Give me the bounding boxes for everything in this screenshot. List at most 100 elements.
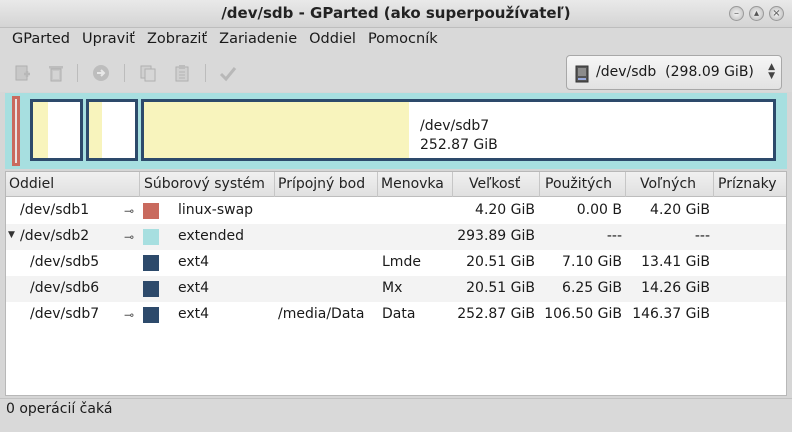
table-row[interactable]: /dev/sdb1 ⊸ linux-swap 4.20 GiB 0.00 B 4.20 G…	[6, 198, 786, 224]
toolbar-separator	[124, 64, 125, 82]
disk-map-sdb7-size: 252.87 GiB	[420, 137, 498, 153]
minimize-button[interactable]: –	[729, 6, 744, 21]
header-flags[interactable]: Príznaky	[718, 176, 777, 192]
table-row[interactable]: /dev/sdb5 ext4 Lmde 20.51 GiB 7.10 GiB 13.41 …	[6, 250, 786, 276]
disk-map-sdb5[interactable]	[30, 99, 83, 161]
column-separator	[377, 172, 378, 197]
cell-free: ---	[694, 228, 710, 244]
menu-edit[interactable]: Upraviť	[76, 28, 141, 54]
cell-partition: /dev/sdb7	[30, 306, 100, 322]
device-selector-label: /dev/sdb (298.09 GiB)	[596, 64, 754, 80]
menu-gparted[interactable]: GParted	[6, 28, 76, 54]
column-separator	[713, 172, 714, 197]
disk-map-sdb7[interactable]: /dev/sdb7 252.87 GiB	[141, 99, 776, 161]
pending-operations-status: 0 operácií čaká	[6, 401, 113, 417]
apply-button[interactable]	[216, 62, 240, 84]
toolbar-separator	[205, 64, 206, 82]
expander-arrow-icon[interactable]: ▼	[8, 230, 15, 240]
cell-filesystem: ext4	[178, 306, 210, 322]
cell-free: 14.26 GiB	[641, 280, 710, 296]
cell-filesystem: ext4	[178, 280, 210, 296]
copy-icon	[140, 65, 156, 82]
key-icon: ⊸	[124, 204, 135, 218]
cell-size: 4.20 GiB	[475, 202, 535, 218]
disk-map-sdb1[interactable]	[12, 96, 20, 166]
new-partition-button[interactable]	[10, 62, 34, 84]
key-icon: ⊸	[124, 308, 135, 322]
device-selector[interactable]: /dev/sdb (298.09 GiB) ▲ ▼	[566, 55, 782, 90]
table-row[interactable]: ▼ /dev/sdb2 ⊸ extended 293.89 GiB --- ---	[6, 224, 786, 250]
resize-move-icon	[93, 65, 109, 81]
column-separator	[274, 172, 275, 197]
cell-used: 7.10 GiB	[562, 254, 622, 270]
cell-partition: /dev/sdb2	[20, 228, 90, 244]
table-header: Oddiel Súborový systém Prípojný bod Meno…	[6, 172, 786, 197]
column-separator	[539, 172, 540, 197]
updown-arrows-icon: ▲ ▼	[768, 62, 775, 81]
menu-view[interactable]: Zobraziť	[141, 28, 213, 54]
filesystem-color-swatch	[143, 255, 159, 271]
paste-icon	[175, 65, 189, 82]
cell-label: Mx	[382, 280, 403, 296]
column-separator	[139, 172, 140, 197]
filesystem-color-swatch	[143, 229, 159, 245]
filesystem-color-swatch	[143, 307, 159, 323]
column-separator	[625, 172, 626, 197]
cell-used: ---	[606, 228, 622, 244]
cell-label: Data	[382, 306, 416, 322]
copy-button[interactable]	[136, 62, 160, 84]
disk-map: /dev/sdb7 252.87 GiB	[5, 93, 787, 169]
cell-filesystem: linux-swap	[178, 202, 254, 218]
disk-map-sdb6[interactable]	[86, 99, 138, 161]
maximize-button[interactable]: ▴	[749, 6, 764, 21]
cell-label: Lmde	[382, 254, 421, 270]
cell-used: 0.00 B	[576, 202, 622, 218]
header-filesystem[interactable]: Súborový systém	[144, 176, 265, 192]
table-row[interactable]: /dev/sdb7 ⊸ ext4/media/Data Data 252.87 GiB 1…	[6, 302, 786, 328]
delete-partition-button[interactable]	[44, 62, 68, 84]
cell-filesystem: extended	[178, 228, 245, 244]
cell-partition: /dev/sdb5	[30, 254, 100, 270]
cell-size: 20.51 GiB	[466, 280, 535, 296]
hard-disk-icon	[575, 65, 589, 83]
header-size[interactable]: Veľkosť	[469, 176, 520, 192]
table-row[interactable]: /dev/sdb6 ext4 Mx 20.51 GiB 6.25 GiB 14.26 Gi…	[6, 276, 786, 302]
filesystem-color-swatch	[143, 281, 159, 297]
menu-bar: GParted Upraviť Zobraziť Zariadenie Oddi…	[0, 28, 792, 54]
cell-filesystem: ext4	[178, 254, 210, 270]
cell-free: 146.37 GiB	[632, 306, 710, 322]
title-bar: /dev/sdb - GParted (ako superpoužívateľ)…	[0, 0, 792, 28]
close-button[interactable]: ×	[769, 6, 784, 21]
delete-icon	[49, 66, 63, 82]
header-used[interactable]: Použitých	[545, 176, 612, 192]
status-bar: 0 operácií čaká	[0, 398, 792, 432]
cell-size: 252.87 GiB	[457, 306, 535, 322]
cell-used: 106.50 GiB	[544, 306, 622, 322]
toolbar-separator	[77, 64, 78, 82]
filesystem-color-swatch	[143, 203, 159, 219]
cell-free: 4.20 GiB	[650, 202, 710, 218]
column-separator	[452, 172, 453, 197]
header-mountpoint[interactable]: Prípojný bod	[278, 176, 365, 192]
cell-free: 13.41 GiB	[641, 254, 710, 270]
cell-partition: /dev/sdb6	[30, 280, 100, 296]
apply-icon	[219, 67, 237, 82]
partition-table: Oddiel Súborový systém Prípojný bod Meno…	[5, 171, 787, 396]
cell-used: 6.25 GiB	[562, 280, 622, 296]
disk-map-sdb7-name: /dev/sdb7	[420, 118, 490, 134]
menu-help[interactable]: Pomocník	[362, 28, 444, 54]
cell-partition: /dev/sdb1	[20, 202, 90, 218]
menu-device[interactable]: Zariadenie	[213, 28, 303, 54]
window-title: /dev/sdb - GParted (ako superpoužívateľ)	[221, 4, 571, 22]
paste-button[interactable]	[170, 62, 194, 84]
cell-mountpoint: /media/Data	[278, 306, 365, 322]
window-controls: – ▴ ×	[729, 6, 784, 21]
cell-size: 20.51 GiB	[466, 254, 535, 270]
menu-partition[interactable]: Oddiel	[303, 28, 362, 54]
new-icon	[15, 65, 30, 81]
cell-size: 293.89 GiB	[457, 228, 535, 244]
header-partition[interactable]: Oddiel	[9, 176, 54, 192]
header-free[interactable]: Voľných	[640, 176, 696, 192]
resize-move-button[interactable]	[89, 62, 113, 84]
header-label[interactable]: Menovka	[381, 176, 444, 192]
